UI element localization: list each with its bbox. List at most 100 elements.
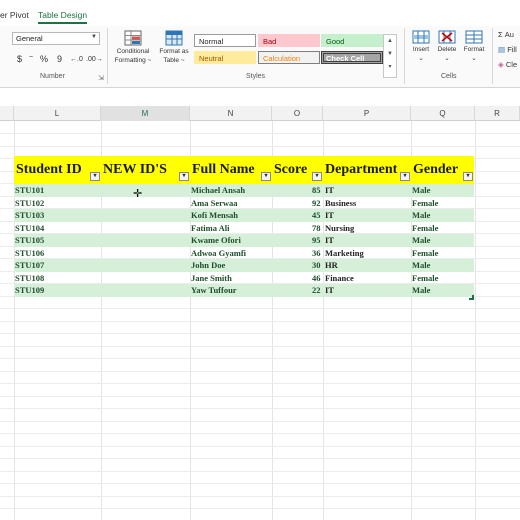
tab-power-pivot[interactable]: er Pivot bbox=[0, 10, 29, 20]
cell-score[interactable]: 36 bbox=[312, 247, 321, 260]
cell-id[interactable]: STU103 bbox=[15, 209, 44, 222]
cell-name[interactable]: Michael Ansah bbox=[191, 184, 245, 197]
cell-gender[interactable]: Female bbox=[412, 247, 438, 260]
cell-gender[interactable]: Male bbox=[412, 284, 430, 297]
table-row[interactable]: STU105 Kwame Ofori 95 IT Male bbox=[14, 234, 474, 247]
cell-gender[interactable]: Male bbox=[412, 259, 430, 272]
cell-name[interactable]: Ama Serwaa bbox=[191, 197, 238, 210]
insert-button[interactable]: Insert ⌄ bbox=[409, 30, 433, 63]
cell-dept[interactable]: Marketing bbox=[325, 247, 364, 260]
cell-name[interactable]: Jane Smith bbox=[191, 272, 232, 285]
cell-score[interactable]: 92 bbox=[312, 197, 321, 210]
cell-gender[interactable]: Male bbox=[412, 234, 430, 247]
cell-dept[interactable]: IT bbox=[325, 184, 334, 197]
cell-style-bad[interactable]: Bad bbox=[258, 34, 320, 47]
number-format-dropdown[interactable]: General ▼ bbox=[12, 32, 100, 45]
cell-style-check-cell[interactable]: Check Cell bbox=[321, 51, 383, 64]
cell-score[interactable]: 46 bbox=[312, 272, 321, 285]
cell-dept[interactable]: Finance bbox=[325, 272, 354, 285]
column-header-o[interactable]: O bbox=[272, 106, 323, 121]
currency-format-button[interactable]: $ bbox=[17, 54, 22, 64]
cell-gender[interactable]: Female bbox=[412, 222, 438, 235]
cell-dept[interactable]: Business bbox=[325, 197, 356, 210]
format-as-table-button[interactable]: Format as Table ~ bbox=[157, 30, 191, 65]
header-full-name[interactable]: Full Name ▾ bbox=[190, 156, 272, 184]
cell-score[interactable]: 85 bbox=[312, 184, 321, 197]
cell-id[interactable]: STU102 bbox=[15, 197, 44, 210]
percent-style-button[interactable]: % bbox=[40, 54, 48, 64]
cell-id[interactable]: STU109 bbox=[15, 284, 44, 297]
cell-style-calculation[interactable]: Calculation bbox=[258, 51, 320, 64]
cell-dept[interactable]: HR bbox=[325, 259, 338, 272]
header-gender[interactable]: Gender ▾ bbox=[411, 156, 474, 184]
cell-style-good[interactable]: Good bbox=[321, 34, 383, 47]
cell-name[interactable]: John Doe bbox=[191, 259, 225, 272]
column-header-p[interactable]: P bbox=[323, 106, 411, 121]
filter-dropdown-icon[interactable]: ▾ bbox=[179, 172, 189, 181]
cell-score[interactable]: 45 bbox=[312, 209, 321, 222]
autosum-button[interactable]: Σ Au bbox=[498, 30, 514, 39]
cell-score[interactable]: 30 bbox=[312, 259, 321, 272]
header-new-ids[interactable]: NEW ID'S ▾ bbox=[101, 156, 190, 184]
header-score[interactable]: Score ▾ bbox=[272, 156, 323, 184]
column-header-n[interactable]: N bbox=[190, 106, 272, 121]
conditional-formatting-button[interactable]: Conditional Formatting ~ bbox=[111, 30, 155, 65]
table-row[interactable]: STU101 Michael Ansah 85 IT Male bbox=[14, 184, 474, 197]
row-header-corner[interactable] bbox=[0, 106, 14, 121]
column-header-q[interactable]: Q bbox=[411, 106, 475, 121]
dialog-launcher-icon[interactable]: ⇲ bbox=[98, 74, 104, 82]
cell-score[interactable]: 78 bbox=[312, 222, 321, 235]
clear-button[interactable]: ◈ Cle bbox=[498, 60, 517, 69]
header-student-id[interactable]: Student ID ▾ bbox=[14, 156, 101, 184]
decrease-decimal-button[interactable]: .00→ bbox=[86, 56, 103, 63]
format-button[interactable]: Format ⌄ bbox=[461, 30, 487, 63]
filter-dropdown-icon[interactable]: ▾ bbox=[90, 172, 100, 181]
worksheet-grid[interactable]: Student ID ▾ NEW ID'S ▾ Full Name ▾ Score ▾ Depa… bbox=[0, 121, 520, 520]
cell-id[interactable]: STU101 bbox=[15, 184, 44, 197]
cell-gender[interactable]: Male bbox=[412, 184, 430, 197]
cell-score[interactable]: 22 bbox=[312, 284, 321, 297]
cell-dept[interactable]: Nursing bbox=[325, 222, 354, 235]
filter-dropdown-icon[interactable]: ▾ bbox=[400, 172, 410, 181]
cell-id[interactable]: STU105 bbox=[15, 234, 44, 247]
column-header-l[interactable]: L bbox=[14, 106, 101, 121]
fill-button[interactable]: ▤ Fill bbox=[498, 45, 517, 54]
table-row[interactable]: STU109 Yaw Tuffour 22 IT Male bbox=[14, 284, 474, 297]
table-row[interactable]: STU102 Ama Serwaa 92 Business Female bbox=[14, 197, 474, 210]
table-row[interactable]: STU108 Jane Smith 46 Finance Female bbox=[14, 272, 474, 285]
column-header-r[interactable]: R bbox=[475, 106, 520, 121]
comma-style-button[interactable]: 9 bbox=[57, 54, 62, 64]
cell-gender[interactable]: Female bbox=[412, 197, 438, 210]
cell-id[interactable]: STU108 bbox=[15, 272, 44, 285]
cell-id[interactable]: STU107 bbox=[15, 259, 44, 272]
column-header-m[interactable]: M bbox=[101, 106, 190, 121]
table-row[interactable]: STU107 John Doe 30 HR Male bbox=[14, 259, 474, 272]
chevron-down-icon[interactable]: ~ bbox=[29, 54, 33, 61]
tab-table-design[interactable]: Table Design bbox=[38, 10, 88, 24]
cell-gender[interactable]: Female bbox=[412, 272, 438, 285]
cell-score[interactable]: 95 bbox=[312, 234, 321, 247]
cell-style-normal[interactable]: Normal bbox=[194, 34, 256, 47]
table-row[interactable]: STU104 Fatima Ali 78 Nursing Female bbox=[14, 222, 474, 235]
cell-name[interactable]: Adwoa Gyamfi bbox=[191, 247, 246, 260]
filter-dropdown-icon[interactable]: ▾ bbox=[312, 172, 322, 181]
cell-name[interactable]: Fatima Ali bbox=[191, 222, 229, 235]
cell-gender[interactable]: Male bbox=[412, 209, 430, 222]
cell-name[interactable]: Kwame Ofori bbox=[191, 234, 241, 247]
cell-id[interactable]: STU104 bbox=[15, 222, 44, 235]
delete-button[interactable]: Delete ⌄ bbox=[435, 30, 459, 63]
cell-dept[interactable]: IT bbox=[325, 209, 334, 222]
table-row[interactable]: STU103 Kofi Mensah 45 IT Male bbox=[14, 209, 474, 222]
cell-name[interactable]: Kofi Mensah bbox=[191, 209, 238, 222]
cell-dept[interactable]: IT bbox=[325, 284, 334, 297]
table-row[interactable]: STU106 Adwoa Gyamfi 36 Marketing Female bbox=[14, 247, 474, 260]
filter-dropdown-icon[interactable]: ▾ bbox=[463, 172, 473, 181]
styles-gallery-scroll[interactable]: ▲ ▼ ▾ bbox=[383, 34, 397, 78]
filter-dropdown-icon[interactable]: ▾ bbox=[261, 172, 271, 181]
cell-dept[interactable]: IT bbox=[325, 234, 334, 247]
increase-decimal-button[interactable]: ←.0 bbox=[70, 56, 83, 63]
cell-name[interactable]: Yaw Tuffour bbox=[191, 284, 237, 297]
cell-style-neutral[interactable]: Neutral bbox=[194, 51, 256, 64]
cell-id[interactable]: STU106 bbox=[15, 247, 44, 260]
header-department[interactable]: Department ▾ bbox=[323, 156, 411, 184]
